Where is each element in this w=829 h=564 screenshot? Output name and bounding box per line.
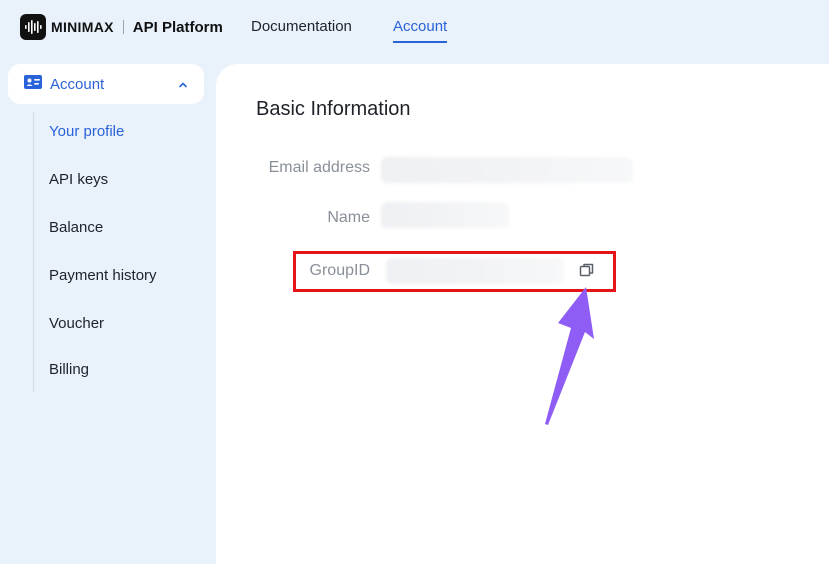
sidebar-item-your-profile[interactable]: Your profile xyxy=(49,123,124,140)
brand-product: API Platform xyxy=(132,18,223,36)
name-value-redacted xyxy=(381,202,509,228)
email-value-redacted xyxy=(381,157,633,183)
pointer-arrow-icon xyxy=(540,285,610,435)
page-title: Basic Information xyxy=(256,98,411,120)
brand-name: MINIMAX xyxy=(51,19,114,35)
nav-account[interactable]: Account xyxy=(393,18,448,43)
brand-logo[interactable]: MINIMAX API Platform xyxy=(20,14,223,40)
sidebar-group-label: Account xyxy=(50,75,105,93)
main-panel: Basic Information Email address Name Gro… xyxy=(216,64,829,564)
sidebar-item-voucher[interactable]: Voucher xyxy=(49,315,104,332)
name-label: Name xyxy=(327,209,370,226)
brand-divider xyxy=(122,20,124,34)
sidebar-group-account[interactable]: Account xyxy=(8,64,204,104)
minimax-logo-icon xyxy=(20,14,46,40)
sidebar-item-api-keys[interactable]: API keys xyxy=(49,171,108,188)
top-bar: MINIMAX API Platform Documentation Accou… xyxy=(0,0,829,64)
sidebar-item-billing[interactable]: Billing xyxy=(49,361,89,378)
sidebar-item-payment-history[interactable]: Payment history xyxy=(49,267,157,284)
sidebar-item-balance[interactable]: Balance xyxy=(49,219,103,236)
chevron-up-icon xyxy=(178,77,188,95)
nav-documentation[interactable]: Documentation xyxy=(251,18,352,35)
sidebar-rail xyxy=(33,112,34,392)
email-label: Email address xyxy=(268,159,370,176)
id-card-icon xyxy=(24,74,42,94)
